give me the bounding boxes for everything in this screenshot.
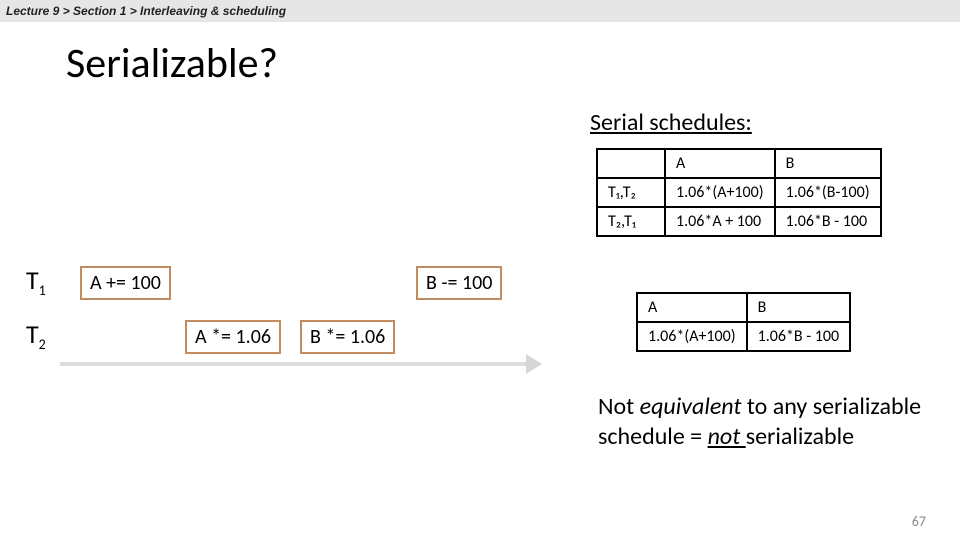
conclusion-pre: Not	[598, 392, 640, 421]
op-box-b-times-1-06: B *= 1.06	[300, 320, 395, 354]
col-A-header: A	[665, 149, 775, 178]
cell-A-t1t2: 1.06*(A+100)	[665, 178, 775, 207]
table-row: 1.06*(A+100) 1.06*B - 100	[637, 322, 850, 351]
transaction-t2-label: T2	[26, 318, 46, 353]
cell-A-t2t1: 1.06*A + 100	[665, 207, 775, 236]
conclusion-equivalent: equivalent	[640, 392, 747, 421]
op-box-a-plus-100: A += 100	[80, 266, 171, 300]
timeline-arrow-head-icon	[526, 354, 542, 374]
conclusion-text: Not equivalent to any serializable sched…	[598, 392, 928, 452]
t2-sub: 2	[39, 336, 46, 353]
interleaved-result-table: A B 1.06*(A+100) 1.06*B - 100	[636, 292, 851, 352]
table-row: A B	[637, 293, 850, 322]
op-box-a-times-1-06: A *= 1.06	[185, 320, 281, 354]
cell-t2t1: T₂,T₁	[597, 207, 665, 236]
cell-B-result: 1.06*B - 100	[747, 322, 851, 351]
col-B-header: B	[775, 149, 881, 178]
serial-schedules-heading: Serial schedules:	[590, 108, 752, 137]
conclusion-tail: serializable	[746, 422, 854, 451]
table-row: A B	[597, 149, 881, 178]
transaction-t1-label: T1	[26, 264, 46, 299]
conclusion-not: not	[708, 422, 746, 451]
breadcrumb: Lecture 9 > Section 1 > Interleaving & s…	[0, 0, 960, 22]
table-row: T₂,T₁ 1.06*A + 100 1.06*B - 100	[597, 207, 881, 236]
page-title: Serializable?	[66, 38, 278, 89]
t2-base: T	[26, 318, 39, 350]
col-B-header: B	[747, 293, 851, 322]
cell-t1t2: T₁,T₂	[597, 178, 665, 207]
t1-base: T	[26, 264, 39, 296]
empty-cell	[597, 149, 665, 178]
table-row: T₁,T₂ 1.06*(A+100) 1.06*(B-100)	[597, 178, 881, 207]
timeline-arrow-line	[60, 362, 530, 366]
cell-A-result: 1.06*(A+100)	[637, 322, 747, 351]
t1-sub: 1	[39, 282, 46, 299]
page-number: 67	[912, 513, 926, 530]
cell-B-t2t1: 1.06*B - 100	[775, 207, 881, 236]
cell-B-t1t2: 1.06*(B-100)	[775, 178, 881, 207]
serial-schedules-table: A B T₁,T₂ 1.06*(A+100) 1.06*(B-100) T₂,T…	[596, 148, 882, 237]
col-A-header: A	[637, 293, 747, 322]
op-box-b-minus-100: B -= 100	[416, 266, 502, 300]
